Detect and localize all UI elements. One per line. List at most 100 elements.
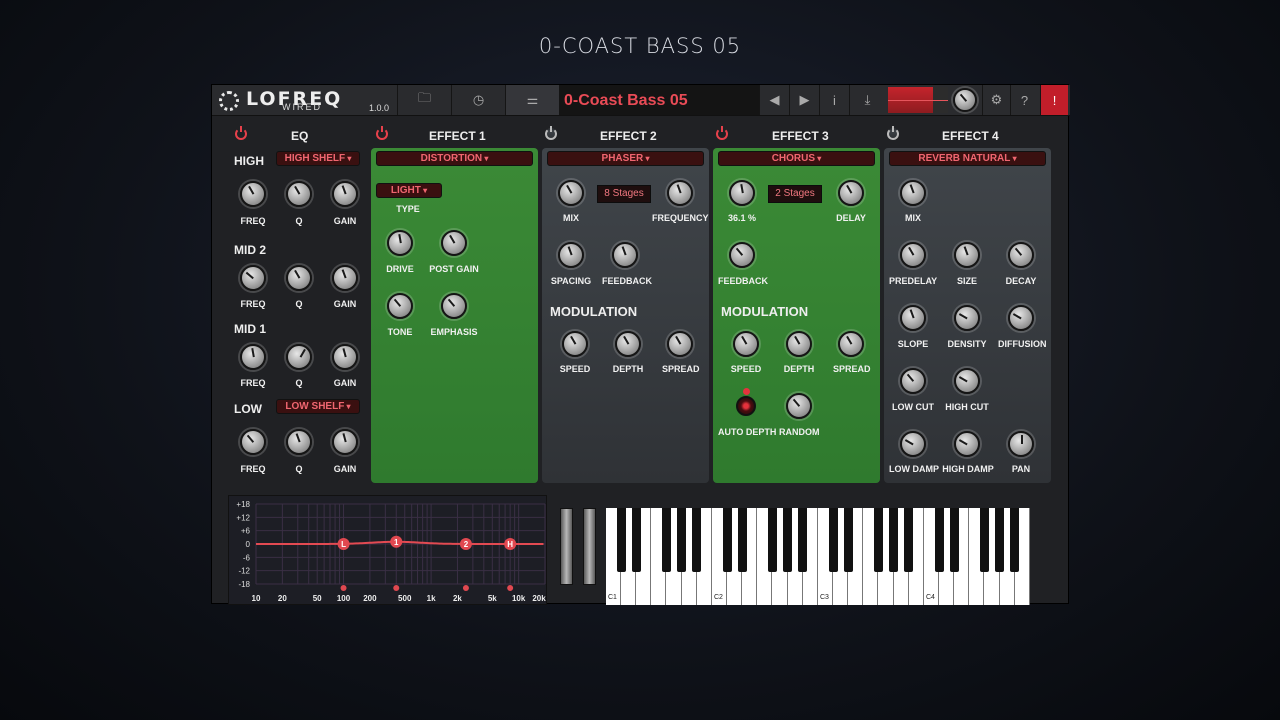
eq-high-gain-knob[interactable] — [332, 181, 358, 207]
eq-low-freq-label: FREQ — [240, 464, 266, 474]
effect4-size-knob[interactable] — [954, 242, 980, 268]
effect2-spacing-knob[interactable] — [558, 242, 584, 268]
eq-graph-svg[interactable]: +18 +12 +6 0 -6 -12 -1810 20 50 100 200 500 1k 2k 5k 10… — [229, 496, 548, 606]
eq-graph[interactable]: +18 +12 +6 0 -6 -12 -18 10 20 50 100 200 500 1k 2k 5k 10… — [228, 495, 547, 605]
effect1-mode-dropdown[interactable]: LIGHT — [376, 183, 442, 198]
black-key[interactable] — [768, 508, 778, 572]
effect2-type-dropdown[interactable]: PHASER — [547, 151, 704, 166]
black-key[interactable] — [874, 508, 884, 572]
effect3-depth-knob[interactable] — [786, 331, 812, 357]
effect3-random-knob[interactable] — [786, 393, 812, 419]
eq-mid2-q-knob[interactable] — [286, 265, 312, 291]
black-key[interactable] — [722, 508, 732, 572]
auto-depth-led — [743, 388, 750, 395]
alert-button[interactable]: ! — [1040, 85, 1068, 115]
black-key[interactable] — [995, 508, 1005, 572]
effect3-spread-knob[interactable] — [838, 331, 864, 357]
black-key[interactable] — [949, 508, 959, 572]
effect2-spread-knob[interactable] — [667, 331, 693, 357]
effect3-stages-display[interactable]: 2 Stages — [768, 185, 822, 203]
effect4-decay-knob[interactable] — [1008, 242, 1034, 268]
effect3-mix-knob[interactable] — [729, 180, 755, 206]
effect1-tone-knob[interactable] — [387, 293, 413, 319]
folder-button[interactable]: 🗀 — [397, 85, 451, 115]
eq-mid1-q-knob[interactable] — [286, 344, 312, 370]
effect4-predelay-knob[interactable] — [900, 242, 926, 268]
black-key[interactable] — [1010, 508, 1020, 572]
effect1-drive-knob[interactable] — [387, 230, 413, 256]
black-key[interactable] — [662, 508, 672, 572]
eq-low-freq-knob[interactable] — [240, 429, 266, 455]
settings-sliders-button[interactable]: ⚌ — [505, 85, 559, 115]
eq-low-type-dropdown[interactable]: LOW SHELF — [276, 399, 360, 414]
eq-mid1-freq-knob[interactable] — [240, 344, 266, 370]
black-key[interactable] — [889, 508, 899, 572]
eq-high-type-dropdown[interactable]: HIGH SHELF — [276, 151, 360, 166]
effect4-power-icon[interactable] — [887, 126, 899, 140]
help-button[interactable]: ? — [1010, 85, 1038, 115]
black-key[interactable] — [980, 508, 989, 572]
black-key[interactable] — [843, 508, 853, 572]
eq-low-q-knob[interactable] — [286, 429, 312, 455]
effect2-frequency-knob[interactable] — [667, 180, 693, 206]
effect3-delay-knob[interactable] — [838, 180, 864, 206]
effect3-power-icon[interactable] — [716, 126, 728, 140]
effect1-type-dropdown[interactable]: DISTORTION — [376, 151, 533, 166]
eq-high-q-knob[interactable] — [286, 181, 312, 207]
effect2-power-icon[interactable] — [545, 126, 557, 140]
info-button[interactable]: i — [819, 85, 849, 115]
effect4-diffusion-knob[interactable] — [1008, 305, 1034, 331]
effect3-type-dropdown[interactable]: CHORUS — [718, 151, 875, 166]
black-key[interactable] — [616, 508, 626, 572]
eq-high-freq-knob[interactable] — [240, 181, 266, 207]
next-preset-button[interactable]: ▶ — [789, 85, 819, 115]
volume-knob[interactable] — [953, 88, 977, 112]
black-key[interactable] — [934, 508, 944, 572]
effect4-type-dropdown[interactable]: REVERB NATURAL — [889, 151, 1046, 166]
effect3-speed-knob[interactable] — [733, 331, 759, 357]
effect1-post-gain-knob[interactable] — [441, 230, 467, 256]
effect2-speed-knob[interactable] — [562, 331, 588, 357]
preset-name[interactable]: 0-Coast Bass 05 — [559, 85, 759, 115]
auto-depth-button[interactable] — [736, 396, 756, 416]
effect2-stages-display[interactable]: 8 Stages — [597, 185, 651, 203]
eq-title: EQ — [291, 129, 309, 143]
black-key[interactable] — [692, 508, 702, 572]
mod-wheel[interactable] — [583, 508, 596, 585]
effect1-emphasis-knob[interactable] — [441, 293, 467, 319]
effect4-density-knob[interactable] — [954, 305, 980, 331]
save-button[interactable]: ⤓ — [849, 85, 885, 115]
eq-node-label: 1 — [394, 538, 399, 547]
effect1-power-icon[interactable] — [376, 126, 388, 140]
eq-mid2-freq-knob[interactable] — [240, 265, 266, 291]
black-key[interactable] — [783, 508, 793, 572]
history-button[interactable]: ◷ — [451, 85, 505, 115]
settings-button[interactable]: ⚙ — [982, 85, 1010, 115]
eq-mid2-gain-knob[interactable] — [332, 265, 358, 291]
effect2-feedback-knob[interactable] — [612, 242, 638, 268]
effect3-feedback-knob[interactable] — [729, 242, 755, 268]
keyboard[interactable]: C1 C2 C3 C4 — [606, 508, 1030, 605]
black-key[interactable] — [677, 508, 687, 572]
black-key[interactable] — [798, 508, 808, 572]
black-key[interactable] — [737, 508, 747, 572]
eq-power-icon[interactable] — [235, 126, 247, 140]
effect4-high-cut-knob[interactable] — [954, 368, 980, 394]
prev-preset-button[interactable]: ◀ — [759, 85, 789, 115]
effect4-pan-knob[interactable] — [1008, 431, 1034, 457]
effect4-low-damp-knob[interactable] — [900, 431, 926, 457]
effect3-title: EFFECT 3 — [772, 129, 829, 143]
effect4-slope-knob[interactable] — [900, 305, 926, 331]
effect2-depth-knob[interactable] — [615, 331, 641, 357]
eq-mid1-gain-knob[interactable] — [332, 344, 358, 370]
effect2-mix-knob[interactable] — [558, 180, 584, 206]
black-key[interactable] — [904, 508, 914, 572]
black-key[interactable] — [631, 508, 641, 572]
effect4-high-damp-knob[interactable] — [954, 431, 980, 457]
effect4-mix-knob[interactable] — [900, 180, 926, 206]
eq-x-tick: 1k — [427, 594, 436, 603]
pitch-wheel[interactable] — [560, 508, 573, 585]
black-key[interactable] — [828, 508, 838, 572]
effect4-low-cut-knob[interactable] — [900, 368, 926, 394]
eq-low-gain-knob[interactable] — [332, 429, 358, 455]
